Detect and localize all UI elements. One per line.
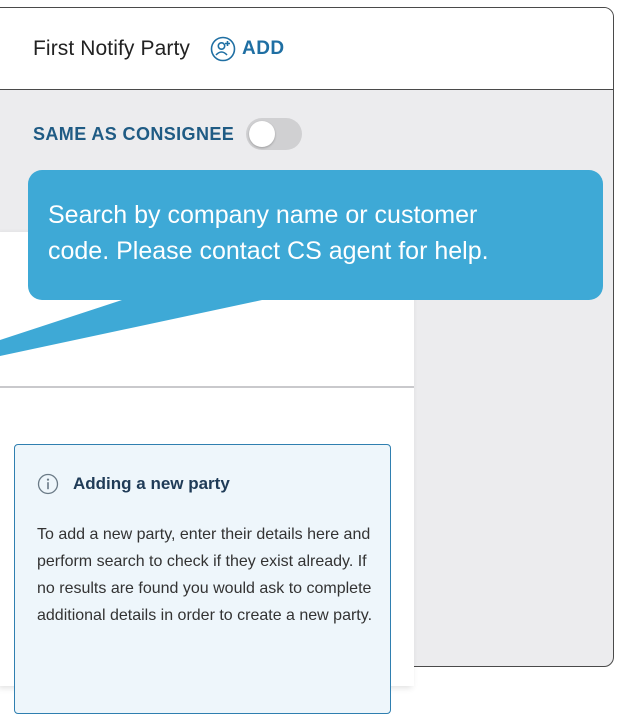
card-title: First Notify Party xyxy=(33,36,190,60)
info-box-body: To add a new party, enter their details … xyxy=(37,526,373,624)
tooltip-text: Search by company name or customer code.… xyxy=(48,201,489,265)
party-search-panel: Adding a new party To add a new party, e… xyxy=(0,232,414,714)
info-icon xyxy=(37,473,59,495)
same-as-consignee-row: SAME AS CONSIGNEE xyxy=(33,118,303,150)
info-box-title: Adding a new party xyxy=(73,474,230,493)
info-box-header: Adding a new party xyxy=(37,473,390,495)
same-as-consignee-toggle[interactable] xyxy=(246,118,303,150)
card-header: First Notify Party ADD xyxy=(0,8,613,90)
toggle-knob xyxy=(249,121,276,147)
same-as-consignee-label: SAME AS CONSIGNEE xyxy=(33,123,235,144)
add-party-button[interactable]: ADD xyxy=(210,36,285,62)
add-user-icon xyxy=(210,36,236,61)
panel-divider xyxy=(0,386,414,388)
info-box: Adding a new party To add a new party, e… xyxy=(14,444,391,714)
add-label: ADD xyxy=(241,37,285,59)
search-help-tooltip: Search by company name or customer code.… xyxy=(28,170,603,300)
